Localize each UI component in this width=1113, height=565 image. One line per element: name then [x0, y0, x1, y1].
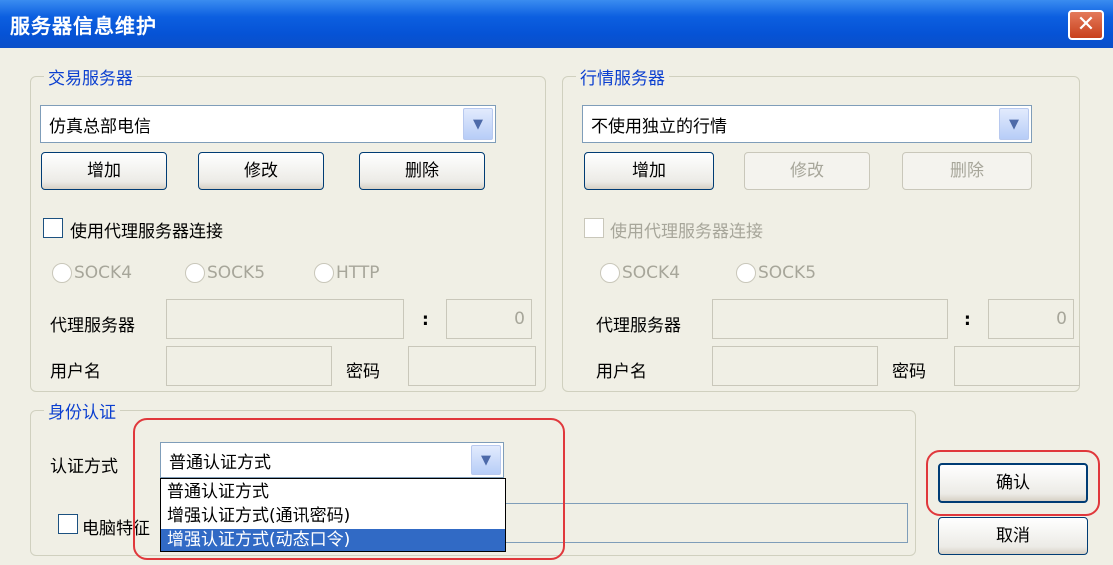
quote-server-legend: 行情服务器: [576, 64, 669, 89]
quote-server-selected: 不使用独立的行情: [591, 117, 727, 137]
window-title: 服务器信息维护: [10, 14, 157, 38]
trade-username-label: 用户名: [50, 362, 101, 382]
trade-use-proxy-checkbox[interactable]: [43, 218, 63, 238]
chevron-down-icon[interactable]: ▼: [999, 108, 1029, 140]
quote-use-proxy-label: 使用代理服务器连接: [610, 222, 763, 242]
trade-server-selected: 仿真总部电信: [49, 117, 151, 137]
quote-radio-sock5[interactable]: [736, 263, 756, 283]
quote-colon: :: [964, 310, 971, 330]
quote-server-select[interactable]: 不使用独立的行情 ▼: [582, 105, 1032, 143]
confirm-highlight: [926, 450, 1100, 516]
trade-use-proxy-label: 使用代理服务器连接: [70, 222, 223, 242]
close-icon: ✕: [1076, 12, 1096, 37]
trade-password-field[interactable]: [408, 346, 536, 386]
quote-radio-sock5-label: SOCK5: [758, 263, 817, 283]
cancel-button[interactable]: 取消: [938, 517, 1088, 555]
trade-colon: :: [422, 310, 429, 330]
trade-password-label: 密码: [346, 362, 380, 382]
quote-proxy-server-field[interactable]: [712, 299, 948, 339]
quote-delete-button[interactable]: 删除: [902, 152, 1032, 190]
trade-radio-http-label: HTTP: [336, 263, 380, 283]
quote-port-field[interactable]: 0: [988, 299, 1074, 339]
quote-username-label: 用户名: [596, 362, 647, 382]
trade-server-select[interactable]: 仿真总部电信 ▼: [40, 105, 496, 143]
trade-radio-sock5-label: SOCK5: [207, 263, 266, 283]
pc-feature-checkbox[interactable]: [58, 514, 78, 534]
quote-add-button[interactable]: 增加: [584, 152, 714, 190]
auth-method-label: 认证方式: [50, 457, 118, 477]
trade-radio-sock4-label: SOCK4: [74, 263, 133, 283]
trade-modify-button[interactable]: 修改: [198, 152, 324, 190]
trade-proxy-server-field[interactable]: [166, 299, 404, 339]
quote-use-proxy-checkbox[interactable]: [584, 218, 604, 238]
chevron-down-icon[interactable]: ▼: [463, 108, 493, 140]
trade-username-field[interactable]: [166, 346, 332, 386]
quote-radio-sock4-label: SOCK4: [622, 263, 681, 283]
title-bar: [0, 0, 1113, 48]
trade-radio-http[interactable]: [314, 263, 334, 283]
auth-legend: 身份认证: [44, 398, 120, 423]
quote-radio-sock4[interactable]: [600, 263, 620, 283]
trade-port-field[interactable]: 0: [446, 299, 532, 339]
quote-password-field[interactable]: [954, 346, 1080, 386]
quote-password-label: 密码: [892, 362, 926, 382]
close-button[interactable]: ✕: [1068, 10, 1104, 40]
quote-proxy-server-label: 代理服务器: [596, 316, 681, 336]
quote-modify-button[interactable]: 修改: [744, 152, 870, 190]
trade-delete-button[interactable]: 删除: [359, 152, 485, 190]
trade-add-button[interactable]: 增加: [41, 152, 167, 190]
annotation-highlight: [133, 418, 565, 560]
trade-server-legend: 交易服务器: [44, 64, 137, 89]
trade-proxy-server-label: 代理服务器: [50, 316, 135, 336]
quote-username-field[interactable]: [712, 346, 878, 386]
trade-radio-sock5[interactable]: [185, 263, 205, 283]
trade-radio-sock4[interactable]: [52, 263, 72, 283]
